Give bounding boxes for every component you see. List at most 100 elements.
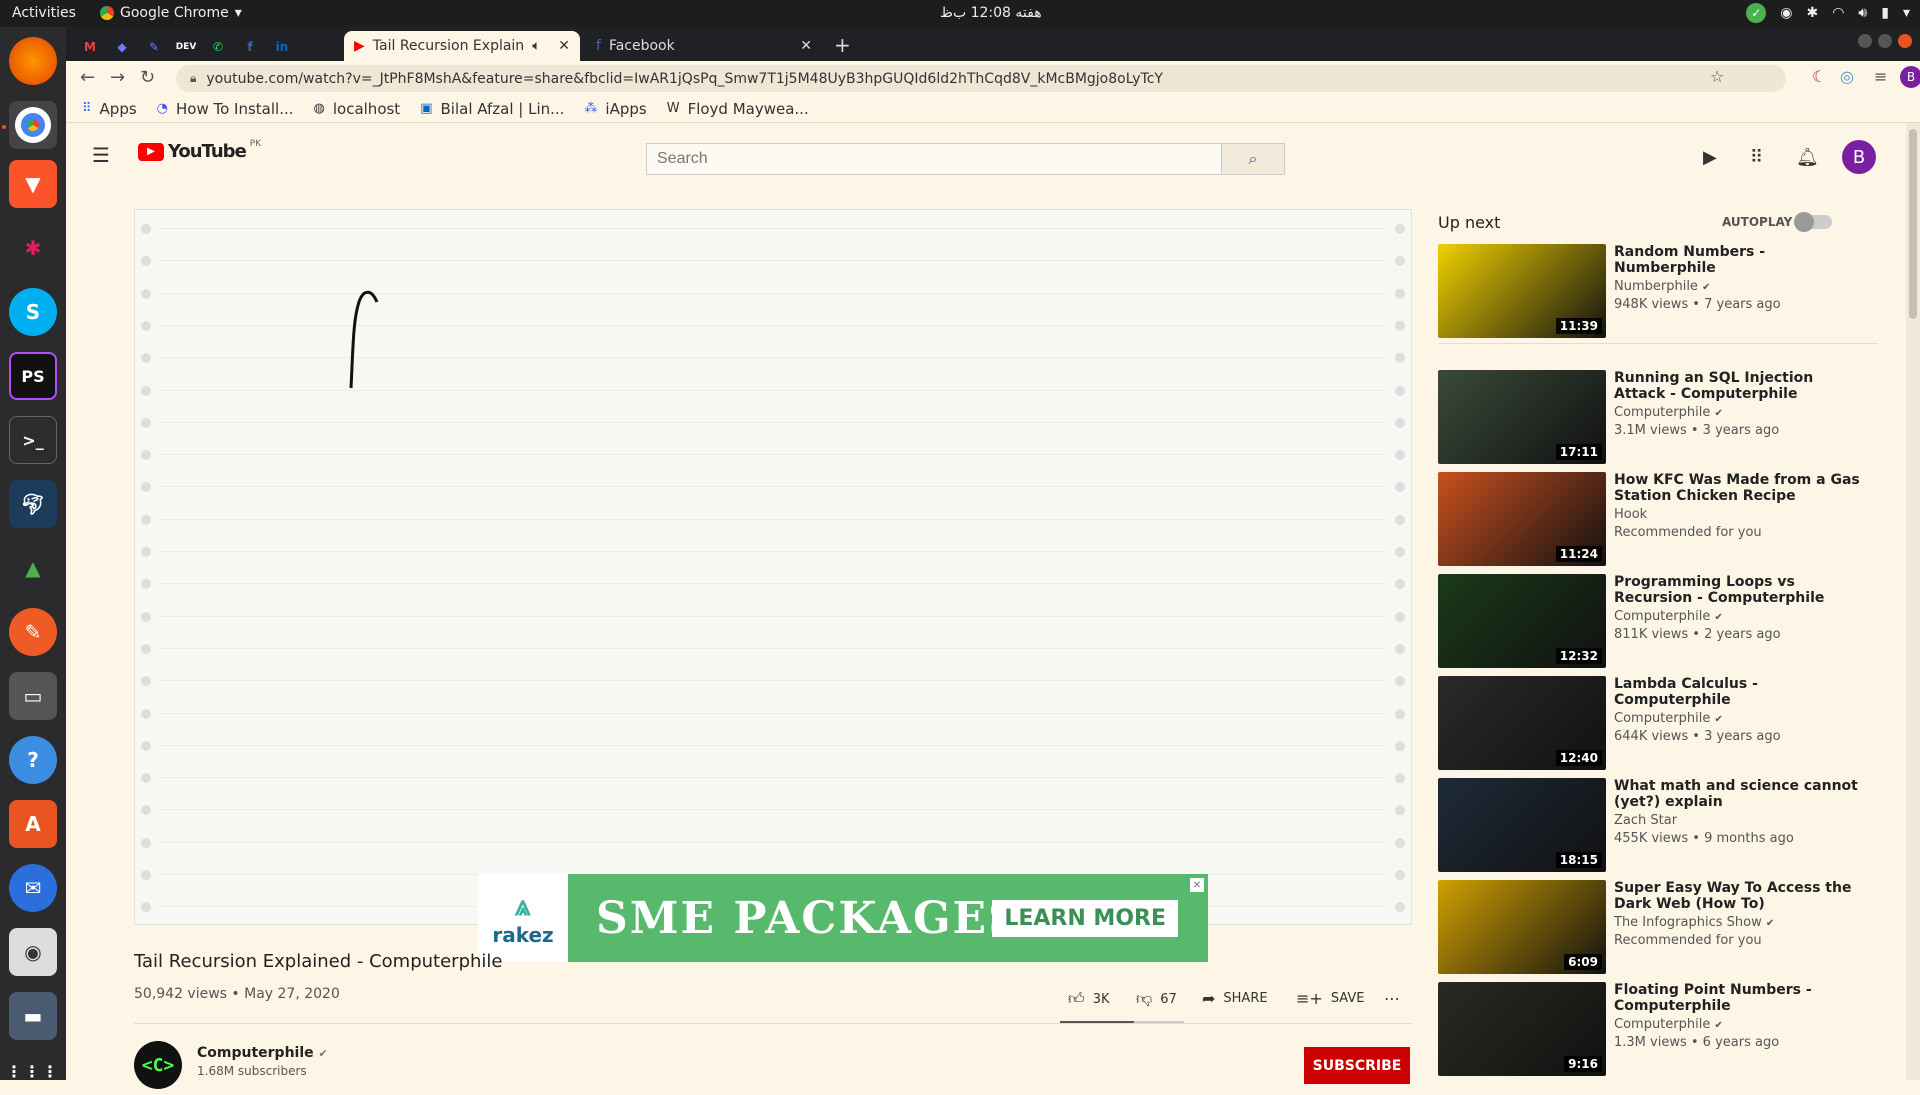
slack-tray-icon[interactable]: ✱ — [1806, 5, 1818, 21]
page-scrollbar[interactable] — [1906, 123, 1920, 1080]
create-video-icon[interactable]: ▶︎ — [1703, 147, 1717, 168]
mysql-workbench-icon[interactable]: 🐬︎ — [9, 480, 57, 528]
recommendation-item[interactable]: 18:15 What math and science cannot (yet?)… — [1438, 778, 1878, 872]
recommendation-info[interactable]: Running an SQL Injection Attack - Comput… — [1614, 370, 1864, 438]
rhythmbox-icon[interactable]: ◉ — [9, 928, 57, 976]
bookmark-star-icon[interactable]: ☆ — [1710, 67, 1724, 86]
show-apps-icon[interactable]: ⋮⋮⋮ — [6, 1047, 58, 1095]
video-thumbnail[interactable]: 9:16 — [1438, 982, 1606, 1076]
audio-icon[interactable]: 🔈︎ — [532, 38, 540, 54]
chrome-dock-icon[interactable] — [9, 101, 57, 149]
close-icon[interactable]: ✕ — [800, 38, 812, 54]
system-tray[interactable]: ✓ ◉ ✱ ◠ 🔊︎ ▮ ▾ — [1746, 3, 1910, 23]
recommendation-info[interactable]: Lambda Calculus - Computerphile Computerp… — [1614, 676, 1864, 744]
menu-icon[interactable]: ☰ — [92, 143, 110, 167]
subscribe-button[interactable]: SUBSCRIBE — [1304, 1047, 1410, 1084]
power-menu-icon[interactable]: ▾ — [1903, 5, 1910, 21]
recommendation-info[interactable]: What math and science cannot (yet?) expl… — [1614, 778, 1864, 846]
video-overlay-ad[interactable]: ⩓ rakez SME PACKAGES LEARN MORE ✕ — [478, 874, 1208, 962]
recommendation-item[interactable]: 17:11 Running an SQL Injection Attack - C… — [1438, 370, 1878, 464]
recommendation-item[interactable]: 11:24 How KFC Was Made from a Gas Station… — [1438, 472, 1878, 566]
file-manager-icon[interactable]: ▭ — [9, 672, 57, 720]
ad-learn-more-button[interactable]: LEARN MORE — [992, 900, 1178, 937]
disc-icon[interactable]: ◉ — [1780, 5, 1792, 21]
facebook-pinned-tab[interactable]: f — [234, 33, 266, 61]
forward-icon[interactable]: → — [110, 67, 125, 88]
clock[interactable]: هفته 12:08 ب‌ظ — [940, 5, 1042, 21]
video-thumbnail[interactable]: 17:11 — [1438, 370, 1606, 464]
recommendation-info[interactable]: Super Easy Way To Access the Dark Web (H… — [1614, 880, 1864, 948]
recommendation-info[interactable]: How KFC Was Made from a Gas Station Chic… — [1614, 472, 1864, 540]
youtube-logo[interactable]: ▶ YouTube PK — [138, 139, 261, 162]
software-center-icon[interactable]: A — [9, 800, 57, 848]
recommendation-item[interactable]: 12:40 Lambda Calculus - Computerphile Comp… — [1438, 676, 1878, 770]
pinned-tab-2[interactable]: ◆ — [106, 33, 138, 61]
brave-icon[interactable]: ▼ — [9, 160, 57, 208]
recommendation-item[interactable]: 12:32 Programming Loops vs Recursion - Co… — [1438, 574, 1878, 668]
robo3t-icon[interactable]: ▲ — [9, 544, 57, 592]
maximize-button[interactable] — [1878, 34, 1892, 48]
whatsapp-pinned-tab[interactable]: ✆ — [202, 33, 234, 61]
lock-icon[interactable]: 🔒︎ — [190, 71, 196, 86]
video-thumbnail[interactable]: 18:15 — [1438, 778, 1606, 872]
help-icon[interactable]: ? — [9, 736, 57, 784]
gmail-pinned-tab[interactable]: M — [74, 33, 106, 61]
linkedin-pinned-tab[interactable]: in — [266, 33, 298, 61]
recommendation-item[interactable]: 11:39 Random Numbers - Numberphile Numberp… — [1438, 244, 1878, 338]
video-thumbnail[interactable]: 12:40 — [1438, 676, 1606, 770]
account-avatar[interactable]: B — [1842, 140, 1876, 174]
close-icon[interactable]: ✕ — [558, 38, 570, 54]
address-bar[interactable]: 🔒︎ youtube.com/watch?v=_JtPhF8MshA&featu… — [176, 65, 1786, 92]
tab-facebook[interactable]: f Facebook ✕ — [586, 31, 822, 61]
scrollbar-thumb[interactable] — [1909, 129, 1917, 319]
recommendation-info[interactable]: Random Numbers - Numberphile Numberphile … — [1614, 244, 1864, 312]
video-thumbnail[interactable]: 6:09 — [1438, 880, 1606, 974]
close-icon[interactable]: ✕ — [1190, 878, 1204, 892]
bookmark-linkedin[interactable]: ▣ Bilal Afzal | Lin... — [420, 100, 564, 118]
recommendation-info[interactable]: Programming Loops vs Recursion - Compute… — [1614, 574, 1864, 642]
media-control-icon[interactable]: ≡ — [1874, 67, 1887, 86]
search-button[interactable]: ⌕ — [1221, 143, 1285, 175]
app-menu[interactable]: Google Chrome ▾ — [100, 5, 242, 21]
more-actions-button[interactable]: ⋯ — [1384, 989, 1400, 1008]
back-icon[interactable]: ← — [80, 67, 95, 88]
video-thumbnail[interactable]: 11:24 — [1438, 472, 1606, 566]
slack-icon[interactable]: ✱ — [9, 224, 57, 272]
phpstorm-icon[interactable]: PS — [9, 352, 57, 400]
extension-search-icon[interactable]: ◎ — [1840, 67, 1854, 86]
wifi-icon[interactable]: ◠ — [1832, 5, 1844, 21]
thunderbird-icon[interactable]: ✉ — [9, 864, 57, 912]
bookmark-localhost[interactable]: ◍ localhost — [314, 100, 401, 118]
bookmark-how-to-install[interactable]: ◔ How To Install... — [157, 100, 294, 118]
terminal-icon[interactable]: >_ — [9, 416, 57, 464]
battery-icon[interactable]: ▮ — [1881, 5, 1889, 21]
save-button[interactable]: ≡+ SAVE — [1296, 989, 1364, 1008]
bookmark-apps[interactable]: ⠿ Apps — [82, 100, 137, 118]
dislike-button[interactable]: 👎︎ 67 — [1136, 989, 1177, 1009]
dev-pinned-tab[interactable]: DEV — [170, 33, 202, 61]
new-tab-button[interactable]: + — [834, 33, 851, 57]
minimize-button[interactable] — [1858, 34, 1872, 48]
recommendation-item[interactable]: 6:09 Super Easy Way To Access the Dark We… — [1438, 880, 1878, 974]
video-player[interactable]: ⩓ rakez SME PACKAGES LEARN MORE ✕ — [134, 209, 1412, 962]
video-thumbnail[interactable]: 11:39 — [1438, 244, 1606, 338]
like-button[interactable]: 👍︎ 3K — [1068, 989, 1110, 1009]
apps-grid-icon[interactable]: ⠿ — [1750, 147, 1763, 168]
notifications-bell-icon[interactable]: 🔔︎ — [1796, 147, 1819, 168]
channel-avatar[interactable]: <C> — [134, 1041, 182, 1089]
tab-youtube[interactable]: ▶ Tail Recursion Explain 🔈︎ ✕ — [344, 31, 580, 61]
bookmark-iapps[interactable]: ⁂ iApps — [584, 100, 646, 118]
reload-icon[interactable]: ↻ — [140, 67, 155, 88]
recommendation-item[interactable]: 9:16 Floating Point Numbers - Computerphi… — [1438, 982, 1878, 1076]
share-button[interactable]: ➦ SHARE — [1202, 989, 1268, 1008]
volume-icon[interactable]: 🔊︎ — [1858, 5, 1867, 21]
profile-avatar[interactable]: B — [1900, 66, 1920, 88]
channel-name[interactable]: Computerphile ✔ — [197, 1045, 328, 1061]
extension-moon-icon[interactable]: ☾ — [1812, 67, 1826, 86]
firefox-icon[interactable] — [9, 37, 57, 85]
skype-icon[interactable]: S — [9, 288, 57, 336]
search-input[interactable] — [646, 143, 1224, 175]
bookmark-floyd[interactable]: W Floyd Maywea... — [667, 100, 809, 118]
postman-icon[interactable]: ✎ — [9, 608, 57, 656]
screen-icon[interactable]: ▬ — [9, 992, 57, 1040]
